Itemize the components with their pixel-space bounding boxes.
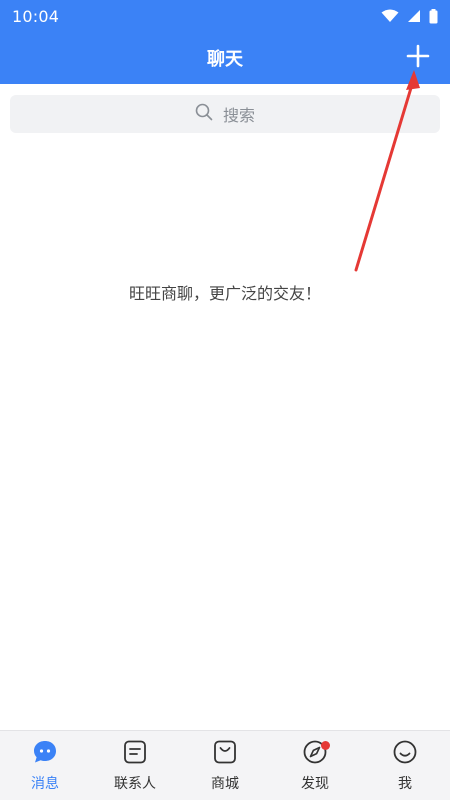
chat-screen: 10:04 聊天 搜索 旺旺商聊，更广泛的交友！ 消息 联系人 商城 发现 我 xyxy=(0,0,450,800)
app-header: 聊天 xyxy=(0,32,450,84)
store-icon xyxy=(212,739,238,769)
nav-item-messages[interactable]: 消息 xyxy=(0,731,90,800)
smiley-icon xyxy=(392,739,418,769)
nav-item-discover[interactable]: 发现 xyxy=(270,731,360,800)
bottom-nav: 消息 联系人 商城 发现 我 xyxy=(0,730,450,800)
add-button[interactable] xyxy=(404,44,432,72)
notification-badge xyxy=(321,741,330,750)
nav-item-me[interactable]: 我 xyxy=(360,731,450,800)
nav-item-contacts[interactable]: 联系人 xyxy=(90,731,180,800)
status-bar: 10:04 xyxy=(0,0,450,32)
nav-label-messages: 消息 xyxy=(31,775,59,792)
nav-item-store[interactable]: 商城 xyxy=(180,731,270,800)
plus-icon xyxy=(406,44,430,72)
nav-label-me: 我 xyxy=(398,775,412,792)
page-title: 聊天 xyxy=(207,49,243,70)
nav-label-discover: 发现 xyxy=(301,775,329,792)
contacts-icon xyxy=(122,739,148,769)
wifi-icon xyxy=(381,9,399,23)
nav-label-store: 商城 xyxy=(211,775,239,792)
empty-state-message: 旺旺商聊，更广泛的交友！ xyxy=(128,284,321,303)
cellular-icon xyxy=(407,9,421,23)
status-time: 10:04 xyxy=(12,6,60,26)
status-icons xyxy=(381,8,438,24)
battery-icon xyxy=(429,8,438,24)
search-icon xyxy=(195,103,213,125)
search-bar[interactable]: 搜索 xyxy=(10,95,440,133)
nav-label-contacts: 联系人 xyxy=(114,775,156,792)
chat-bubble-icon xyxy=(32,739,58,769)
search-placeholder: 搜索 xyxy=(222,106,255,125)
